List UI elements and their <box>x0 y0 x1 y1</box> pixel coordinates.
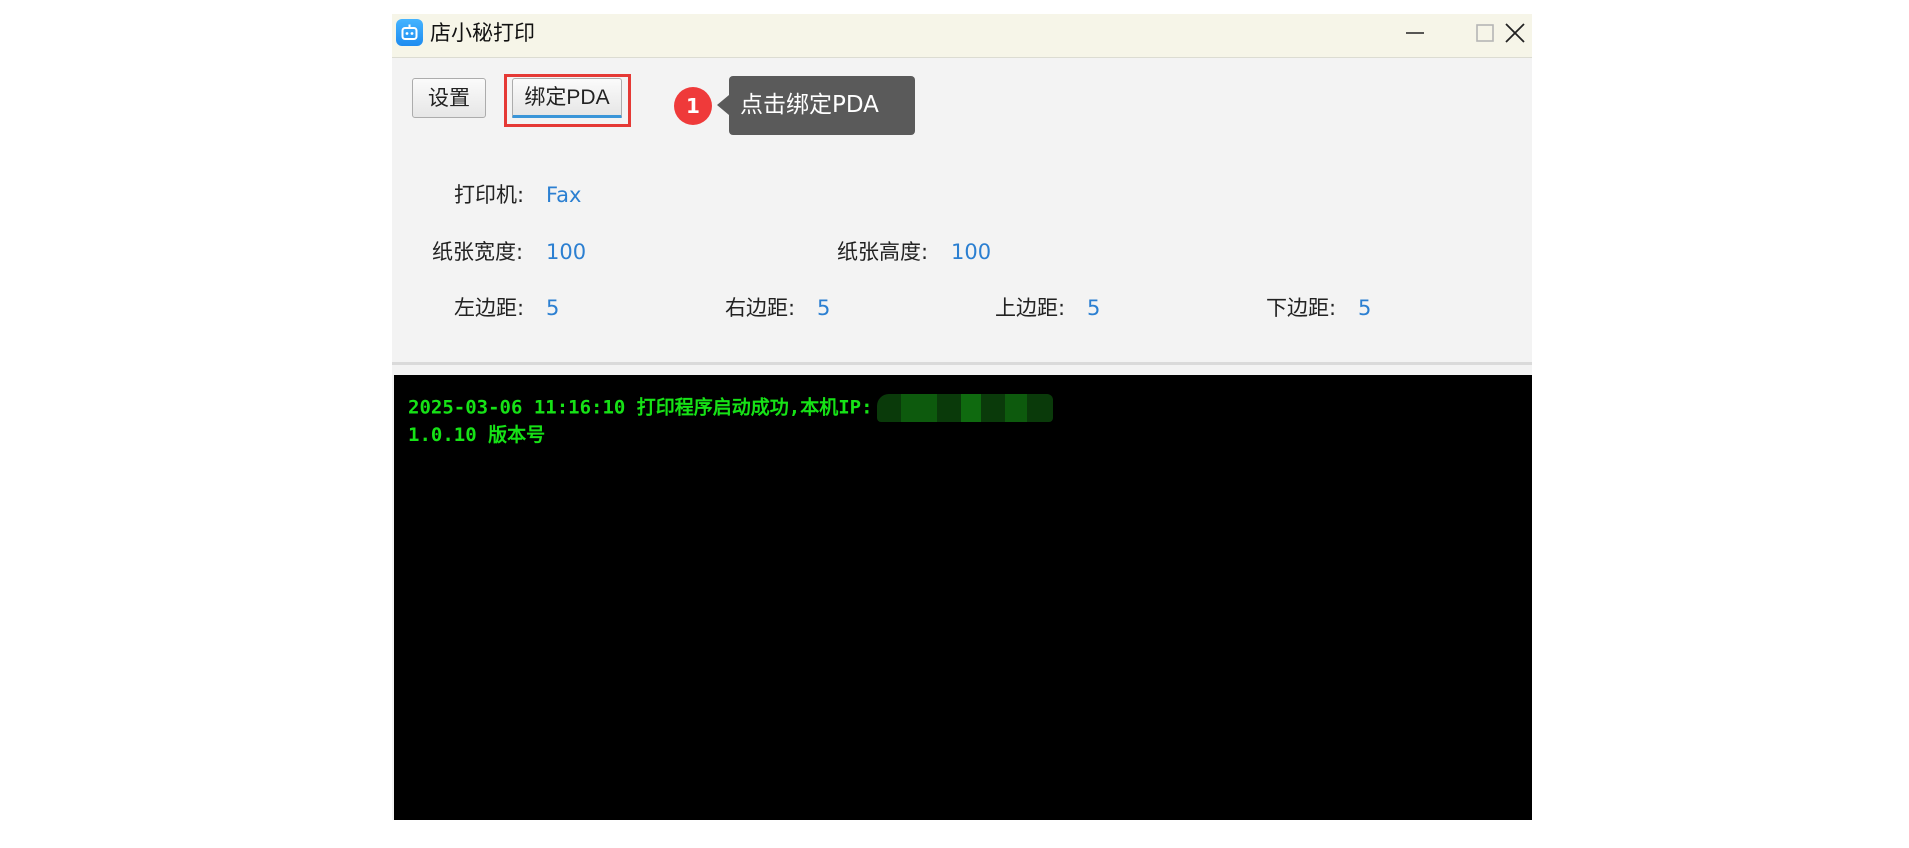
guide-tooltip: 点击绑定PDA <box>729 76 915 135</box>
printer-label: 打印机: <box>454 183 525 207</box>
margin-left-label: 左边距: <box>454 296 525 320</box>
margin-top-value: 5 <box>1087 296 1101 320</box>
close-icon <box>1505 23 1525 43</box>
paper-width-value: 100 <box>546 240 587 264</box>
minimize-icon <box>1406 32 1424 34</box>
panel-divider <box>392 362 1532 365</box>
margin-bottom-label: 下边距: <box>1266 296 1337 320</box>
tooltip-arrow <box>717 95 729 115</box>
margin-left-value: 5 <box>546 296 560 320</box>
window-title: 店小秘打印 <box>430 21 535 45</box>
title-bar[interactable]: 店小秘打印 <box>392 14 1532 58</box>
margin-right-value: 5 <box>817 296 831 320</box>
log-line-text: 2025-03-06 11:16:10 打印程序启动成功,本机IP: <box>408 396 873 419</box>
bind-pda-button[interactable]: 绑定PDA <box>512 78 622 118</box>
minimize-button[interactable] <box>1392 18 1438 48</box>
robot-icon <box>396 19 423 46</box>
log-console[interactable]: 2025-03-06 11:16:10 打印程序启动成功,本机IP: 1.0.1… <box>394 375 1532 820</box>
log-line: 2025-03-06 11:16:10 打印程序启动成功,本机IP: <box>408 394 1053 422</box>
margin-top-label: 上边距: <box>995 296 1066 320</box>
margin-bottom-value: 5 <box>1358 296 1372 320</box>
paper-height-value: 100 <box>951 240 992 264</box>
printer-value: Fax <box>546 183 582 207</box>
margin-right-label: 右边距: <box>725 296 796 320</box>
app-window: 店小秘打印 设置 绑定PDA 1 点击绑定PDA 打印机: Fax 纸张宽度: … <box>392 14 1532 820</box>
log-line: 1.0.10 版本号 <box>408 424 546 446</box>
settings-button[interactable]: 设置 <box>412 78 486 118</box>
paper-width-label: 纸张宽度: <box>432 240 524 264</box>
close-button[interactable] <box>1481 18 1527 48</box>
redacted-ip-mask <box>876 394 1053 422</box>
guide-step-badge: 1 <box>674 87 712 125</box>
paper-height-label: 纸张高度: <box>837 240 929 264</box>
